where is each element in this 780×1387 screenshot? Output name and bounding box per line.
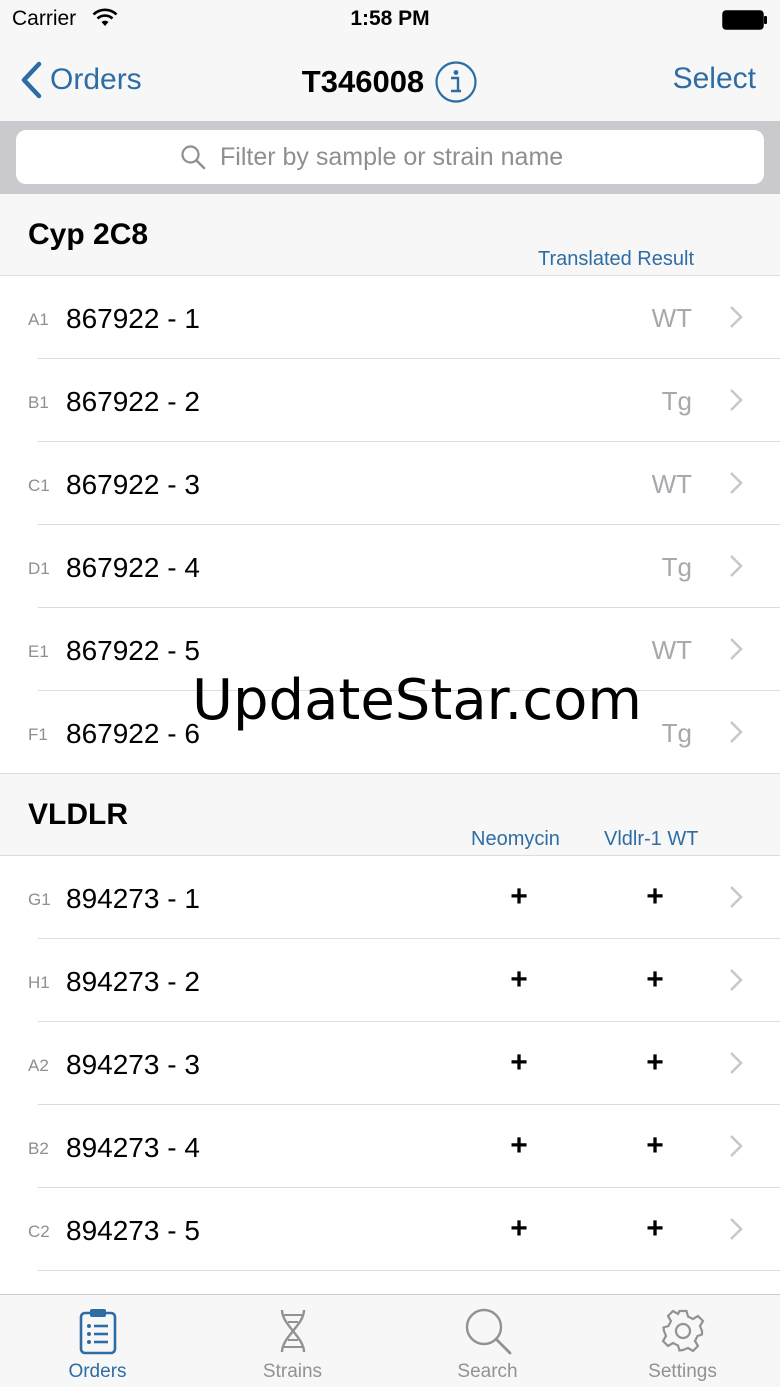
sample-name: 867922 - 3	[66, 469, 200, 500]
table-row[interactable]: F1 867922 - 6 Tg	[0, 691, 780, 774]
translated-result: WT	[651, 303, 692, 333]
tab-label: Settings	[648, 1361, 717, 1382]
table-row[interactable]: D1 867922 - 4 Tg	[0, 525, 780, 608]
info-icon[interactable]	[434, 60, 478, 104]
search-bar	[0, 122, 780, 194]
select-button[interactable]: Select	[673, 62, 756, 96]
chevron-right-icon	[730, 886, 743, 908]
table-row[interactable]: A2 894273 - 3 + +	[0, 1022, 780, 1105]
battery-icon	[722, 10, 767, 30]
well-id: C1	[28, 476, 50, 495]
chevron-right-icon	[730, 721, 743, 743]
column-label-translated-result: Translated Result	[538, 248, 694, 270]
translated-result: Tg	[661, 552, 692, 582]
chevron-right-icon	[730, 306, 743, 328]
chevron-right-icon	[730, 638, 743, 660]
sample-name: 894273 - 2	[66, 966, 200, 997]
sample-name: 894273 - 4	[66, 1132, 200, 1163]
tab-orders[interactable]: Orders	[0, 1295, 195, 1387]
status-time: 1:58 PM	[350, 7, 430, 30]
chevron-right-icon	[730, 969, 743, 991]
chevron-right-icon	[730, 1052, 743, 1074]
gear-icon	[661, 1309, 704, 1353]
well-id: B1	[28, 393, 49, 412]
search-field[interactable]	[16, 130, 764, 184]
vldlr-result: +	[646, 1046, 664, 1079]
neomycin-result: +	[510, 1046, 528, 1079]
table-row[interactable]: H1 894273 - 2 + +	[0, 939, 780, 1022]
sample-name: 867922 - 6	[66, 718, 200, 749]
vldlr-result: +	[646, 1212, 664, 1245]
tab-label: Orders	[68, 1361, 127, 1382]
chevron-right-icon	[730, 389, 743, 411]
neomycin-result: +	[510, 880, 528, 913]
translated-result: WT	[651, 635, 692, 665]
tab-label: Search	[457, 1361, 518, 1382]
chevron-right-icon	[730, 1135, 743, 1157]
neomycin-result: +	[510, 1129, 528, 1162]
chevron-right-icon	[730, 472, 743, 494]
sample-name: 867922 - 1	[66, 303, 200, 334]
tab-strains[interactable]: Strains	[195, 1295, 390, 1387]
vldlr-result: +	[646, 963, 664, 996]
well-id: A2	[28, 1056, 49, 1075]
tab-label: Strains	[262, 1361, 323, 1382]
well-id: H1	[28, 973, 50, 992]
clipboard-icon	[79, 1309, 116, 1355]
results-list: Cyp 2C8 Translated Result A1 867922 - 1 …	[0, 194, 780, 1294]
neomycin-result: +	[510, 963, 528, 996]
chevron-right-icon	[730, 1218, 743, 1240]
back-button-label: Orders	[50, 63, 142, 96]
page-title: T346008	[301, 64, 425, 99]
table-row[interactable]: B2 894273 - 4 + +	[0, 1105, 780, 1188]
tab-bar: Orders Strains Search Settings	[0, 1294, 780, 1387]
neomycin-result: +	[510, 1212, 528, 1245]
vldlr-result: +	[646, 1129, 664, 1162]
column-label-vldlr-wt: Vldlr-1 WT	[604, 828, 699, 850]
well-id: D1	[28, 559, 50, 578]
sample-name: 894273 - 1	[66, 883, 200, 914]
chevron-right-icon	[730, 555, 743, 577]
sample-name: 894273 - 3	[66, 1049, 200, 1080]
table-row[interactable]: G1 894273 - 1 + +	[0, 856, 780, 939]
dna-icon	[280, 1309, 305, 1353]
table-row[interactable]: C1 867922 - 3 WT	[0, 442, 780, 525]
sample-name: 894273 - 5	[66, 1215, 200, 1246]
well-id: G1	[28, 890, 51, 909]
search-input[interactable]	[220, 142, 600, 172]
well-id: C2	[28, 1222, 50, 1241]
section-title: Cyp 2C8	[28, 218, 149, 251]
navigation-bar: Orders T346008 Select	[0, 40, 780, 122]
search-icon	[181, 145, 206, 170]
chevron-left-icon	[21, 61, 42, 99]
section-header-cyp2c8: Cyp 2C8 Translated Result	[0, 194, 780, 276]
status-bar: Carrier 1:58 PM	[0, 0, 780, 40]
magnifier-icon	[465, 1308, 511, 1355]
back-button[interactable]: Orders	[20, 56, 142, 104]
well-id: E1	[28, 642, 49, 661]
well-id: A1	[28, 310, 49, 329]
sample-name: 867922 - 2	[66, 386, 200, 417]
translated-result: WT	[651, 469, 692, 499]
sample-name: 867922 - 5	[66, 635, 200, 666]
section-header-vldlr: VLDLR Neomycin Vldlr-1 WT	[0, 774, 780, 856]
vldlr-result: +	[646, 880, 664, 913]
section-title: VLDLR	[28, 798, 128, 831]
translated-result: Tg	[661, 718, 692, 748]
table-row[interactable]: A1 867922 - 1 WT	[0, 276, 780, 359]
table-row[interactable]: E1 867922 - 5 WT	[0, 608, 780, 691]
sample-name: 867922 - 4	[66, 552, 200, 583]
translated-result: Tg	[661, 386, 692, 416]
tab-search[interactable]: Search	[390, 1295, 585, 1387]
well-id: B2	[28, 1139, 49, 1158]
table-row[interactable]: B1 867922 - 2 Tg	[0, 359, 780, 442]
column-label-neomycin: Neomycin	[471, 828, 560, 850]
table-row[interactable]: C2 894273 - 5 + +	[0, 1188, 780, 1271]
tab-settings[interactable]: Settings	[585, 1295, 780, 1387]
well-id: F1	[28, 725, 48, 744]
